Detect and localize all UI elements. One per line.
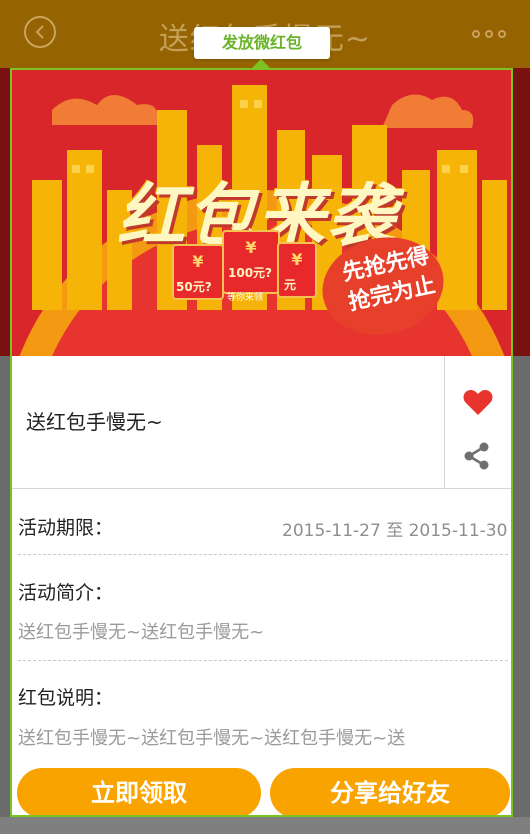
- highlight-frame: 红包来袭 ¥ 50元? ¥ 100元? ¥ 元 等你来领 先抢先得 抢完为止 送…: [10, 68, 513, 817]
- overlay-bottom: [0, 817, 530, 834]
- envelope-caption: 等你来领: [227, 293, 264, 303]
- activity-header: 送红包手慢无~: [12, 356, 511, 489]
- tooltip-arrow: [251, 59, 271, 69]
- divider: [18, 554, 508, 555]
- period-separator: 至: [386, 521, 404, 541]
- desc-text: 送红包手慢无~送红包手慢无~送红包手慢无~送: [18, 728, 406, 749]
- activity-title: 送红包手慢无~: [26, 410, 163, 434]
- envelope-3: ¥: [277, 242, 317, 298]
- envelope-3-amount: 元: [284, 278, 297, 292]
- claim-button[interactable]: 立即领取: [17, 768, 261, 815]
- desc-label: 红包说明：: [18, 687, 114, 709]
- envelope-2: ¥: [222, 230, 280, 294]
- share-icon[interactable]: [463, 442, 491, 474]
- divider: [18, 660, 508, 661]
- heart-icon[interactable]: [463, 388, 493, 420]
- tooltip-label: 发放微红包: [194, 27, 330, 59]
- promo-banner: 红包来袭 ¥ 50元? ¥ 100元? ¥ 元 等你来领 先抢先得 抢完为止: [12, 70, 511, 356]
- period-label: 活动期限：: [18, 517, 114, 539]
- overlay-left: [0, 68, 10, 834]
- period-end: 2015-11-30: [408, 521, 508, 541]
- intro-label: 活动简介：: [18, 582, 114, 604]
- period-dates: 2015-11-27 至 2015-11-30: [282, 516, 507, 541]
- envelope-2-amount: 100元?: [228, 266, 273, 280]
- envelope-1-amount: 50元?: [176, 280, 212, 294]
- share-friend-button[interactable]: 分享给好友: [270, 768, 510, 815]
- intro-text: 送红包手慢无~送红包手慢无~: [18, 622, 265, 643]
- period-start: 2015-11-27: [282, 521, 381, 541]
- activity-actions: [444, 356, 511, 488]
- more-icon[interactable]: [472, 30, 506, 38]
- overlay-right: [512, 68, 530, 834]
